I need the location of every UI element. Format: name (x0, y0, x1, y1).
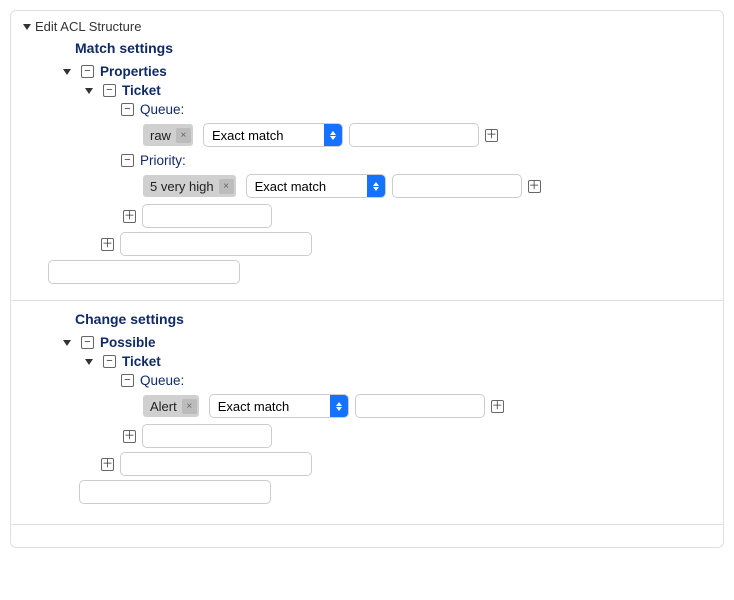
priority-label: Priority: (140, 153, 186, 168)
queue-value-row: raw × Exact match ＋ (143, 123, 711, 147)
remove-tag-icon[interactable]: × (176, 128, 191, 143)
expand-icon (85, 88, 93, 94)
match-type-select[interactable]: Exact match (246, 174, 386, 198)
queue-field-row: − Queue: (121, 102, 711, 117)
add-section-row-change (79, 480, 711, 504)
priority-value-input[interactable] (392, 174, 522, 198)
match-type-select[interactable]: Exact match (209, 394, 349, 418)
plus-icon[interactable]: ＋ (123, 430, 136, 443)
new-section-input[interactable] (48, 260, 240, 284)
minus-icon[interactable]: − (81, 65, 94, 78)
minus-icon[interactable]: − (103, 84, 116, 97)
plus-icon[interactable]: ＋ (123, 210, 136, 223)
add-group-row: ＋ (101, 232, 711, 256)
remove-tag-icon[interactable]: × (182, 399, 197, 414)
ticket-node-match[interactable]: − Ticket (85, 83, 711, 98)
divider (11, 300, 723, 301)
expand-icon (63, 340, 71, 346)
properties-label: Properties (100, 64, 167, 79)
expand-icon (63, 69, 71, 75)
panel-title: Edit ACL Structure (35, 19, 141, 34)
acl-structure-panel: Edit ACL Structure Match settings − Prop… (10, 10, 724, 548)
queue-value-input-change[interactable] (355, 394, 485, 418)
queue-tag: raw × (143, 124, 193, 146)
plus-icon[interactable]: ＋ (101, 238, 114, 251)
select-arrows-icon (330, 395, 348, 417)
plus-icon[interactable]: ＋ (491, 400, 504, 413)
queue-label-change: Queue: (140, 373, 184, 388)
new-group-input-change[interactable] (120, 452, 312, 476)
add-section-row (48, 260, 711, 284)
minus-icon[interactable]: − (121, 374, 134, 387)
new-section-input-change[interactable] (79, 480, 271, 504)
ticket-label: Ticket (122, 83, 161, 98)
ticket-label-change: Ticket (122, 354, 161, 369)
new-field-input-change[interactable] (142, 424, 272, 448)
minus-icon[interactable]: − (121, 103, 134, 116)
priority-tag: 5 very high × (143, 175, 236, 197)
properties-node[interactable]: − Properties (63, 64, 711, 79)
priority-field-row: − Priority: (121, 153, 711, 168)
new-group-input[interactable] (120, 232, 312, 256)
possible-label: Possible (100, 335, 156, 350)
new-field-input[interactable] (142, 204, 272, 228)
possible-node[interactable]: − Possible (63, 335, 711, 350)
priority-value-row: 5 very high × Exact match ＋ (143, 174, 711, 198)
add-field-row-change: ＋ (123, 424, 711, 448)
queue-tag-change: Alert × (143, 395, 199, 417)
select-arrows-icon (324, 124, 342, 146)
plus-icon[interactable]: ＋ (528, 180, 541, 193)
plus-icon[interactable]: ＋ (101, 458, 114, 471)
minus-icon[interactable]: − (103, 355, 116, 368)
divider (11, 524, 723, 525)
add-field-row: ＋ (123, 204, 711, 228)
plus-icon[interactable]: ＋ (485, 129, 498, 142)
add-group-row-change: ＋ (101, 452, 711, 476)
minus-icon[interactable]: − (81, 336, 94, 349)
queue-value-input[interactable] (349, 123, 479, 147)
queue-label: Queue: (140, 102, 184, 117)
change-settings-title: Change settings (75, 311, 711, 327)
queue-field-row-change: − Queue: (121, 373, 711, 388)
collapse-icon (23, 24, 31, 30)
select-arrows-icon (367, 175, 385, 197)
minus-icon[interactable]: − (121, 154, 134, 167)
remove-tag-icon[interactable]: × (219, 179, 234, 194)
panel-header[interactable]: Edit ACL Structure (23, 19, 711, 34)
queue-value-row-change: Alert × Exact match ＋ (143, 394, 711, 418)
expand-icon (85, 359, 93, 365)
match-settings-title: Match settings (75, 40, 711, 56)
match-type-select[interactable]: Exact match (203, 123, 343, 147)
ticket-node-change[interactable]: − Ticket (85, 354, 711, 369)
